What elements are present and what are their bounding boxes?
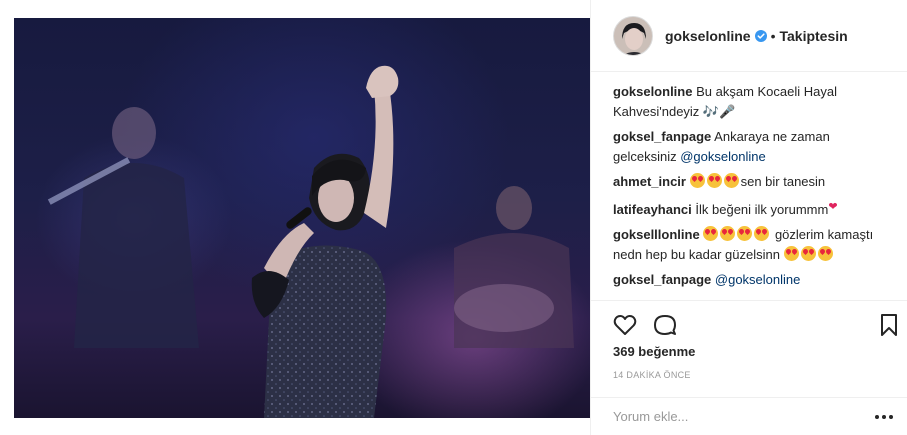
- comment-text: sen bir tanesin: [740, 174, 826, 189]
- heart-eyes-emoji: [706, 173, 722, 188]
- bookmark-icon[interactable]: [877, 313, 901, 337]
- comment-mention-link[interactable]: @gokselonline: [680, 149, 765, 164]
- comment-item: latifeayhanci İlk beğeni ilk yorummm❤: [613, 197, 895, 220]
- post-panel: gokselonline • Takiptesin gokselonline B…: [590, 0, 907, 435]
- more-options-icon[interactable]: [875, 414, 893, 420]
- comment-item: gokselllonline gözlerim kamaştı nedn hep…: [613, 225, 895, 265]
- heart-eyes-emoji: [703, 226, 719, 241]
- heart-eyes-emoji: [817, 246, 833, 261]
- avatar[interactable]: [613, 15, 653, 56]
- heart-eyes-emoji: [689, 173, 705, 188]
- heart-eyes-emoji: [783, 246, 799, 261]
- heart-icon[interactable]: [613, 313, 637, 337]
- header-username[interactable]: gokselonline: [665, 28, 751, 44]
- comment-username[interactable]: latifeayhanci: [613, 202, 692, 217]
- comment-username[interactable]: gokselonline: [613, 84, 692, 99]
- header-separator: •: [770, 27, 776, 44]
- avatar-image: [614, 16, 652, 55]
- post-photo[interactable]: [14, 18, 590, 418]
- comment-mention-link[interactable]: @gokselonline: [715, 272, 800, 287]
- heart-eyes-emoji: [800, 246, 816, 261]
- post-timestamp: 14 DAKİKA ÖNCE: [613, 370, 691, 380]
- heart-eyes-emoji: [754, 226, 770, 241]
- comment-text: İlk beğeni ilk yorummm: [695, 202, 829, 217]
- heart-eyes-emoji: [723, 173, 739, 188]
- comment-list: gokselonline Bu akşam Kocaeli Hayal Kahv…: [613, 82, 895, 295]
- post-header: gokselonline • Takiptesin: [591, 0, 907, 72]
- verified-badge-icon: [754, 29, 767, 42]
- comment-username[interactable]: gokselllonline: [613, 227, 700, 242]
- concert-illustration: [47, 65, 574, 418]
- comment-username[interactable]: ahmet_incir: [613, 174, 686, 189]
- comment-item: goksel_fanpage Ankaraya ne zaman gelceks…: [613, 127, 895, 167]
- comment-item: ahmet_incir sen bir tanesin: [613, 172, 895, 192]
- comment-item: gokselonline Bu akşam Kocaeli Hayal Kahv…: [613, 82, 895, 122]
- media-frame: [0, 0, 590, 435]
- add-comment-bar: [591, 397, 907, 435]
- comment-input[interactable]: [613, 409, 875, 424]
- heart-emoji-icon: ❤: [828, 201, 838, 213]
- heart-eyes-emoji: [737, 226, 753, 241]
- comment-username[interactable]: goksel_fanpage: [613, 272, 711, 287]
- comment-item: goksel_fanpage @gokselonline: [613, 270, 895, 290]
- action-bar: [591, 300, 907, 344]
- comment-icon[interactable]: [653, 313, 677, 337]
- follow-status-button[interactable]: Takiptesin: [779, 28, 847, 44]
- like-count[interactable]: 369 beğenme: [613, 344, 695, 359]
- heart-eyes-emoji: [720, 226, 736, 241]
- comment-username[interactable]: goksel_fanpage: [613, 129, 711, 144]
